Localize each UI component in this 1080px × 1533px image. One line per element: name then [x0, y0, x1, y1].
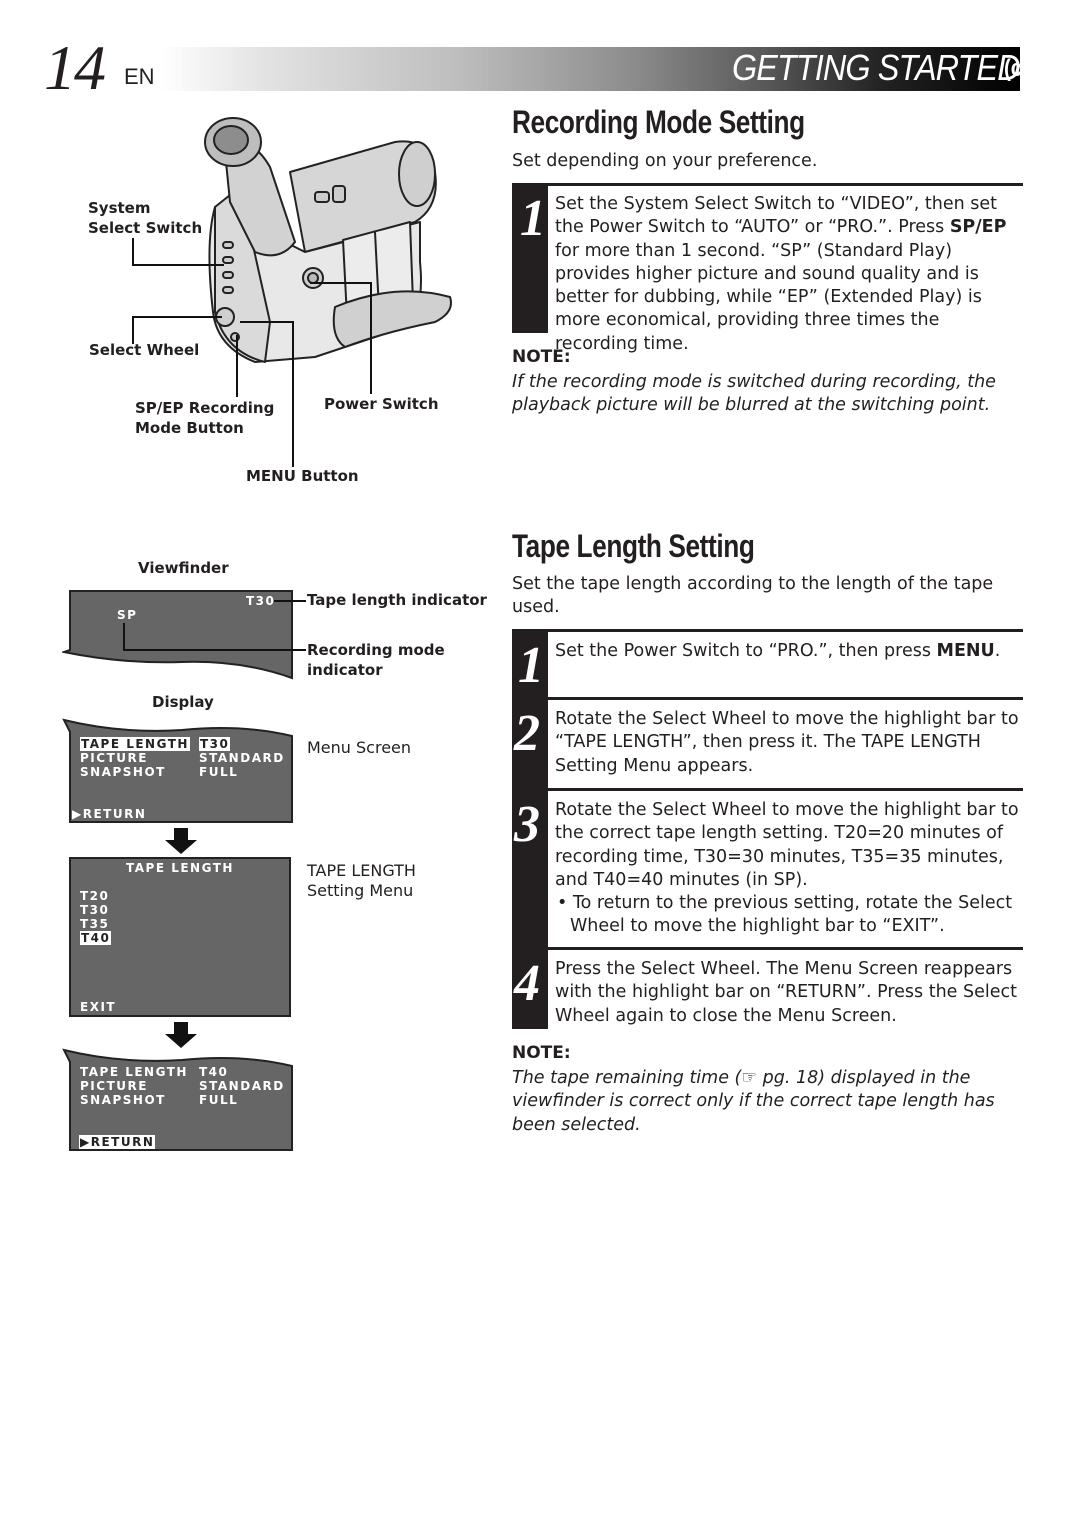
selected-option: T40 [80, 931, 112, 945]
label-line: Select Switch [88, 219, 203, 237]
tape-length-menu-title: TAPE LENGTH [126, 861, 234, 875]
recording-mode-intro: Set depending on your preference. [512, 151, 818, 171]
step-number: 4 [514, 955, 540, 1012]
tape-length-step-4: Press the Select Wheel. The Menu Screen … [555, 959, 1017, 1026]
menu-row-name: TAPE LENGTH [80, 737, 190, 751]
menu-row-value: FULL [199, 1093, 239, 1107]
menu-row-tape-length[interactable]: TAPE LENGTH [80, 737, 190, 751]
menu-row-value: T30 [199, 737, 231, 751]
recording-mode-note: If the recording mode is switched during… [512, 372, 996, 416]
label-line: Mode Button [135, 419, 244, 437]
label-select-wheel: Select Wheel [89, 341, 200, 359]
menu-row-picture[interactable]: PICTURE [80, 1079, 148, 1093]
label-line: System [88, 199, 151, 217]
label-line: Setting Menu [307, 881, 414, 900]
step-rule [548, 183, 1023, 186]
label-sp-ep-button: SP/EP Recording Mode Button [135, 398, 274, 438]
recording-mode-indicator: SP [117, 608, 138, 622]
recording-mode-title: Recording Mode Setting [512, 104, 805, 140]
step-rule [548, 947, 1023, 950]
label-line: TAPE LENGTH [307, 861, 416, 880]
menu-row-value: STANDARD [199, 751, 285, 765]
tape-length-step-3-bullet: • To return to the previous setting, rot… [557, 893, 1013, 937]
callout-line [132, 264, 224, 266]
step-number-bar: 1 [512, 183, 548, 333]
tape-length-intro: Set the tape length according to the len… [512, 574, 994, 618]
label-tape-length-setting-menu: TAPE LENGTH Setting Menu [307, 861, 416, 901]
label-menu-button: MENU Button [246, 467, 359, 485]
callout-line [123, 649, 306, 651]
menu-row-value: STANDARD [199, 1079, 285, 1093]
callout-line [292, 321, 294, 467]
label-line: indicator [307, 661, 383, 679]
label-power-switch: Power Switch [324, 395, 439, 413]
down-arrow-icon [165, 828, 197, 854]
camcorder-illustration [204, 117, 452, 363]
menu-row-tape-length[interactable]: TAPE LENGTH [80, 1065, 188, 1079]
step-text: . [994, 641, 1001, 661]
note-text: The tape remaining time ( [512, 1068, 742, 1088]
tape-option-t40[interactable]: T40 [80, 931, 112, 945]
label-menu-screen: Menu Screen [307, 738, 412, 757]
bullet-text: To return to the previous setting, rotat… [570, 893, 1013, 937]
tape-option-t20[interactable]: T20 [80, 889, 109, 903]
callout-line [240, 321, 294, 323]
menu-return[interactable]: ▶RETURN [72, 807, 146, 821]
tape-length-step-2: Rotate the Select Wheel to move the high… [555, 709, 1019, 776]
step-rule [548, 629, 1023, 632]
step-text: Set the System Select Switch to “VIDEO”,… [555, 194, 998, 238]
note-heading: NOTE: [512, 347, 571, 367]
return-label: ▶RETURN [79, 1135, 156, 1149]
pointing-hand-icon: ☞ [741, 1068, 758, 1088]
step-number: 2 [514, 705, 540, 762]
menu-row-value: T40 [199, 1065, 229, 1079]
tape-option-t35[interactable]: T35 [80, 917, 109, 931]
callout-line [274, 600, 306, 602]
section-suffix: (cont.) [1003, 55, 1066, 82]
menu-row-value-text: T30 [199, 737, 231, 751]
label-tape-length-indicator: Tape length indicator [307, 591, 487, 609]
note-heading: NOTE: [512, 1043, 571, 1063]
tape-length-step-1: Set the Power Switch to “PRO.”, then pre… [555, 640, 1025, 663]
callout-line [123, 623, 125, 650]
step-rule [548, 788, 1023, 791]
callout-line [132, 316, 222, 318]
step-text: for more than 1 second. “SP” (Standard P… [555, 240, 982, 354]
menu-row-value: FULL [199, 765, 239, 779]
tape-length-step-3: Rotate the Select Wheel to move the high… [555, 800, 1019, 890]
label-line: SP/EP Recording [135, 399, 275, 417]
tape-length-note: The tape remaining time (☞ pg. 18) displ… [512, 1067, 1002, 1137]
display-title: Display [152, 693, 214, 711]
recording-mode-step-1: Set the System Select Switch to “VIDEO”,… [555, 193, 1025, 356]
section-title: GETTING STARTED [732, 47, 1021, 88]
callout-line [310, 282, 372, 284]
callout-line [370, 282, 372, 394]
tape-option-t30[interactable]: T30 [80, 903, 109, 917]
page-language: EN [124, 64, 155, 89]
page-number: 14 [44, 32, 106, 103]
step-number: 1 [518, 637, 544, 694]
tape-length-indicator: T30 [246, 594, 276, 608]
tape-length-title: Tape Length Setting [512, 528, 755, 564]
label-recording-mode-indicator: Recording mode indicator [307, 640, 445, 680]
menu-row-snapshot[interactable]: SNAPSHOT [80, 765, 166, 779]
label-line: Recording mode [307, 641, 445, 659]
step-key: MENU [936, 641, 995, 661]
label-system-select-switch: System Select Switch [88, 198, 202, 238]
callout-line [236, 335, 238, 397]
step-key: SP/EP [949, 217, 1007, 238]
step-text: Set the Power Switch to “PRO.”, then pre… [555, 641, 937, 661]
menu-return-highlighted[interactable]: ▶RETURN [79, 1135, 156, 1149]
step-rule [548, 697, 1023, 700]
menu-row-picture[interactable]: PICTURE [80, 751, 148, 765]
viewfinder-title: Viewfinder [138, 559, 229, 577]
tape-length-exit[interactable]: EXIT [80, 1000, 116, 1014]
down-arrow-icon [165, 1022, 197, 1048]
step-number: 3 [514, 796, 540, 853]
menu-row-snapshot[interactable]: SNAPSHOT [80, 1093, 166, 1107]
step-number: 1 [520, 190, 546, 247]
callout-line [132, 238, 134, 266]
